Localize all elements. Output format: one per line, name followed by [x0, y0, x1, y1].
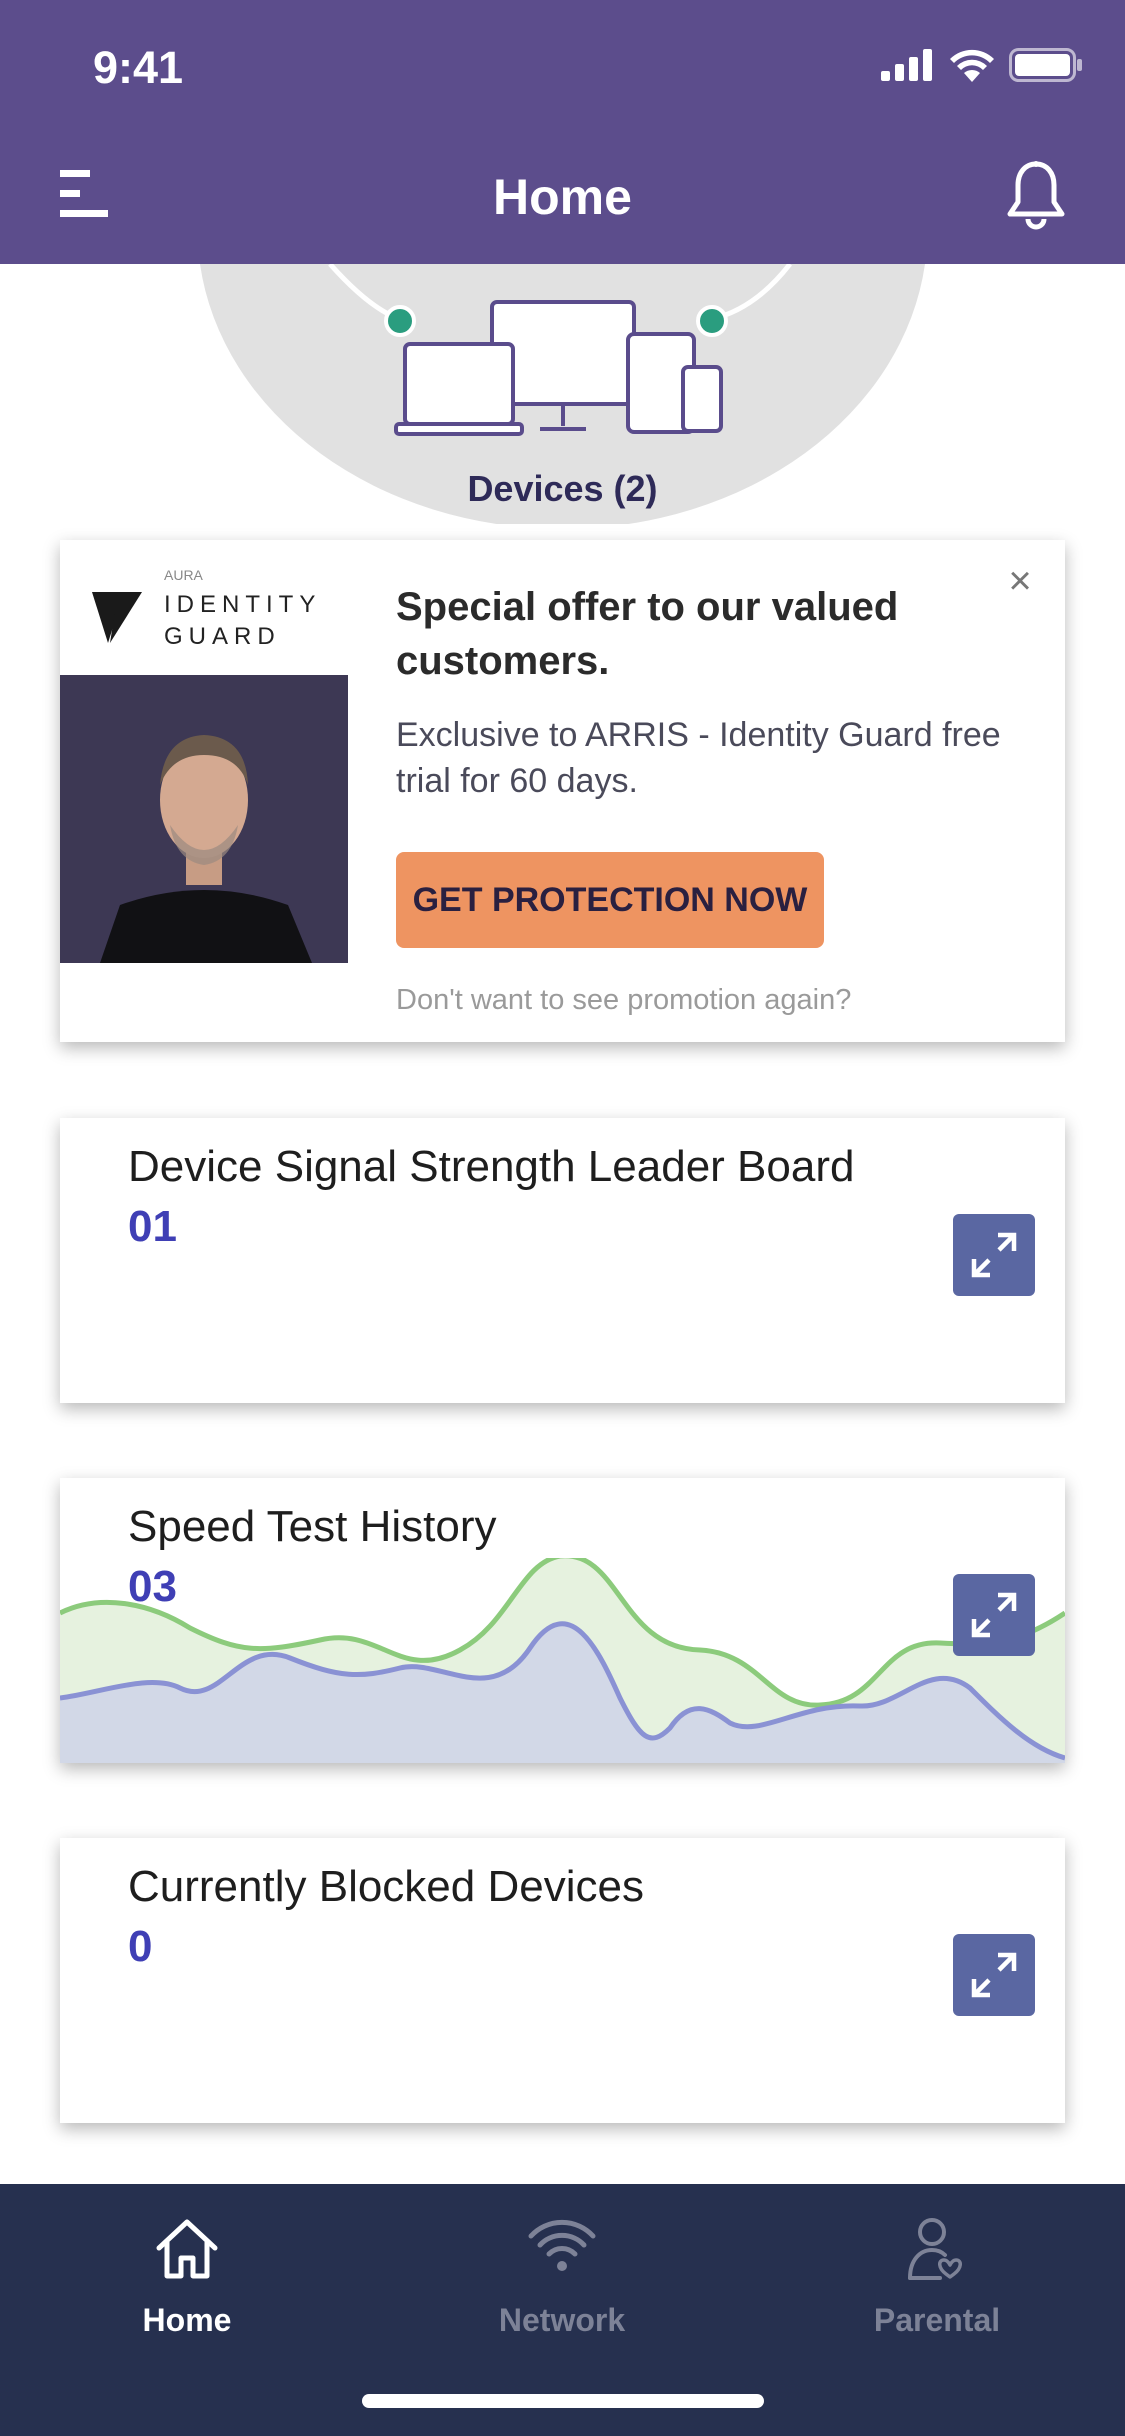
app-screen: 9:41 Home Devices (2) AURA IDENTITY GUAR…	[0, 0, 1125, 2436]
wifi-status-icon	[950, 49, 994, 82]
get-protection-button[interactable]: GET PROTECTION NOW	[396, 852, 824, 948]
svg-text:GUARD: GUARD	[164, 623, 281, 650]
battery-icon	[1009, 48, 1082, 82]
widget-title: Currently Blocked Devices	[128, 1862, 644, 1911]
expand-icon	[971, 1232, 1017, 1278]
widget-title: Speed Test History	[128, 1502, 497, 1551]
wifi-icon	[528, 2219, 596, 2271]
tab-home[interactable]: Home	[37, 2214, 337, 2339]
svg-text:IDENTITY: IDENTITY	[164, 591, 321, 618]
devices-count-label[interactable]: Devices (2)	[0, 468, 1125, 510]
notifications-button[interactable]	[1005, 160, 1067, 230]
speed-test-wave-graphic	[60, 1558, 1065, 1763]
expand-icon	[971, 1952, 1017, 1998]
expand-button[interactable]	[953, 1574, 1035, 1656]
widget-value: 03	[128, 1562, 177, 1611]
parental-icon	[908, 2218, 962, 2280]
tab-label: Home	[142, 2302, 232, 2338]
promo-title: Special offer to our valued customers.	[396, 585, 899, 683]
tab-network[interactable]: Network	[412, 2214, 712, 2339]
person-portrait-image	[60, 675, 348, 963]
widget-value: 01	[128, 1202, 177, 1251]
identity-guard-logo: AURA IDENTITY GUARD	[60, 540, 348, 675]
home-icon	[156, 2219, 218, 2279]
cellular-signal-icon	[881, 49, 932, 81]
widget-title: Device Signal Strength Leader Board	[128, 1142, 855, 1191]
signal-strength-card[interactable]: Device Signal Strength Leader Board 01	[60, 1118, 1065, 1403]
svg-text:AURA: AURA	[164, 567, 204, 583]
tab-label: Parental	[873, 2302, 1001, 2338]
page-title: Home	[493, 169, 632, 225]
top-bar: 9:41 Home	[0, 0, 1125, 264]
expand-button[interactable]	[953, 1214, 1035, 1296]
home-indicator[interactable]	[362, 2394, 764, 2408]
promo-photo	[60, 675, 348, 963]
expand-icon	[971, 1592, 1017, 1638]
promo-card: AURA IDENTITY GUARD × Special offer to o…	[60, 540, 1065, 1042]
blocked-devices-card[interactable]: Currently Blocked Devices 0	[60, 1838, 1065, 2123]
widget-value: 0	[128, 1922, 153, 1971]
status-icons	[881, 48, 1083, 82]
close-icon[interactable]: ×	[1005, 561, 1035, 601]
bottom-tab-bar: Home Network Parental	[0, 2184, 1125, 2436]
expand-button[interactable]	[953, 1934, 1035, 2016]
tab-parental[interactable]: Parental	[787, 2214, 1087, 2339]
status-time: 9:41	[93, 42, 184, 93]
bell-icon	[1007, 161, 1065, 230]
tab-label: Network	[498, 2302, 626, 2338]
promo-description: Exclusive to ARRIS - Identity Guard free…	[396, 716, 1001, 800]
hide-promotion-link[interactable]: Don't want to see promotion again?	[396, 984, 851, 1017]
identity-guard-logo-mark: AURA IDENTITY GUARD	[92, 567, 321, 650]
speed-test-card[interactable]: Speed Test History 03	[60, 1478, 1065, 1763]
